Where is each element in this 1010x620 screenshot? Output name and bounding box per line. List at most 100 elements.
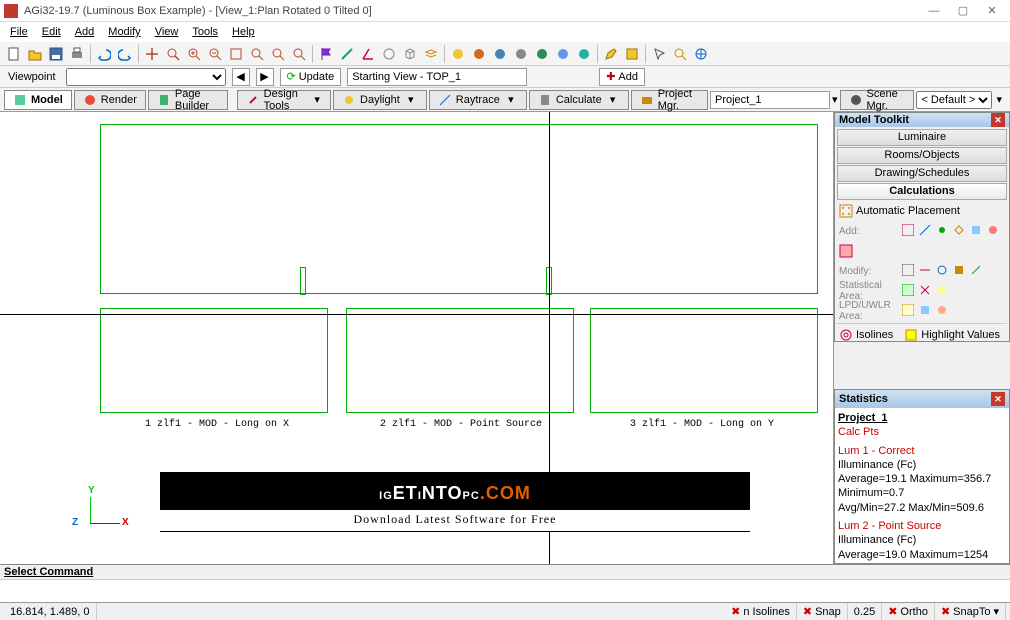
sphere3-icon[interactable]	[490, 44, 510, 64]
menu-edit[interactable]: Edit	[36, 24, 67, 40]
add-poly-icon[interactable]	[953, 224, 967, 238]
layers-icon[interactable]	[421, 44, 441, 64]
flag-icon[interactable]	[316, 44, 336, 64]
auto-placement-button[interactable]: Automatic Placement	[856, 205, 960, 217]
select-icon[interactable]	[649, 44, 669, 64]
zoom-out-icon[interactable]	[205, 44, 225, 64]
add-view-button[interactable]: ✚Add	[599, 68, 645, 86]
sphere1-icon[interactable]	[448, 44, 468, 64]
tab-scene-mgr[interactable]: Scene Mgr.	[840, 90, 915, 110]
save-icon[interactable]	[46, 44, 66, 64]
lpd-2-icon[interactable]	[919, 304, 933, 318]
canvas-label-3: 3 zlf1 - MOD - Long on Y	[630, 419, 774, 430]
print-icon[interactable]	[67, 44, 87, 64]
sphere7-icon[interactable]	[574, 44, 594, 64]
stat-2-icon[interactable]	[919, 284, 933, 298]
maximize-button[interactable]: ▢	[949, 2, 977, 20]
status-snapto[interactable]: ✖SnapTo▾	[935, 603, 1006, 620]
stat-3-icon[interactable]	[936, 284, 950, 298]
zoom-prev-icon[interactable]	[247, 44, 267, 64]
zoom-extents-icon[interactable]	[226, 44, 246, 64]
sphere5-icon[interactable]	[532, 44, 552, 64]
tab-page-builder[interactable]: Page Builder	[148, 90, 229, 110]
undo-icon[interactable]	[94, 44, 114, 64]
highlight-icon[interactable]	[904, 328, 918, 342]
menu-help[interactable]: Help	[226, 24, 261, 40]
prev-view-button[interactable]: ◀	[232, 68, 250, 86]
menu-view[interactable]: View	[149, 24, 185, 40]
watermark: IGETINTOPC.COM Download Latest Software …	[160, 472, 750, 532]
modify-1-icon[interactable]	[902, 264, 916, 278]
status-snap[interactable]: ✖Snap	[797, 603, 848, 620]
status-ortho[interactable]: ✖Ortho	[882, 603, 935, 620]
open-icon[interactable]	[25, 44, 45, 64]
lpd-3-icon[interactable]	[936, 304, 950, 318]
angle-icon[interactable]	[358, 44, 378, 64]
tab-project-mgr[interactable]: Project Mgr.	[631, 90, 708, 110]
toolkit-drawing[interactable]: Drawing/Schedules	[837, 165, 1007, 182]
canvas-label-2: 2 zlf1 - MOD - Point Source	[380, 419, 542, 430]
minimize-button[interactable]: —	[920, 2, 948, 20]
project-input[interactable]	[710, 91, 830, 109]
redo-icon[interactable]	[115, 44, 135, 64]
menu-file[interactable]: File	[4, 24, 34, 40]
command-input[interactable]	[0, 579, 1010, 602]
close-toolkit-button[interactable]: ✕	[991, 113, 1005, 127]
zoom-pan-icon[interactable]	[142, 44, 162, 64]
tool-icon[interactable]	[379, 44, 399, 64]
tab-design-tools[interactable]: Design Tools▾	[237, 90, 331, 110]
tab-model[interactable]: Model	[4, 90, 72, 110]
zoom-all-icon[interactable]	[268, 44, 288, 64]
menubar: File Edit Add Modify View Tools Help	[0, 22, 1010, 42]
add-more-icon[interactable]	[987, 224, 1001, 238]
stat-1-icon[interactable]	[902, 284, 916, 298]
next-view-button[interactable]: ▶	[256, 68, 274, 86]
add-point-icon[interactable]	[936, 224, 950, 238]
statistics-panel: Statistics✕ Project_1 Calc Pts Lum 1 - C…	[834, 389, 1010, 564]
add-area-icon[interactable]	[970, 224, 984, 238]
modify-4-icon[interactable]	[953, 264, 967, 278]
modify-5-icon[interactable]	[970, 264, 984, 278]
add-line-icon[interactable]	[919, 224, 933, 238]
scene-select[interactable]: < Default >	[916, 91, 992, 109]
edit-icon[interactable]	[622, 44, 642, 64]
zoom-center-icon[interactable]	[289, 44, 309, 64]
modify-2-icon[interactable]	[919, 264, 933, 278]
cube-icon[interactable]	[400, 44, 420, 64]
status-snap-val[interactable]: 0.25	[848, 603, 882, 620]
sphere6-icon[interactable]	[553, 44, 573, 64]
pencil-icon[interactable]	[601, 44, 621, 64]
toolkit-rooms[interactable]: Rooms/Objects	[837, 147, 1007, 164]
tab-render[interactable]: Render	[74, 90, 146, 110]
toolkit-calculations[interactable]: Calculations	[837, 183, 1007, 200]
sphere4-icon[interactable]	[511, 44, 531, 64]
grid-tool-icon[interactable]	[839, 244, 853, 258]
tab-daylight[interactable]: Daylight▾	[333, 90, 427, 110]
close-stats-button[interactable]: ✕	[991, 392, 1005, 406]
status-isolines[interactable]: ✖n Isolines	[725, 603, 797, 620]
isolines-icon[interactable]	[839, 328, 853, 342]
update-button[interactable]: ⟳Update	[280, 68, 342, 86]
tab-calculate[interactable]: Calculate▾	[529, 90, 629, 110]
lpd-1-icon[interactable]	[902, 304, 916, 318]
new-icon[interactable]	[4, 44, 24, 64]
menu-tools[interactable]: Tools	[186, 24, 224, 40]
add-grid-icon[interactable]	[902, 224, 916, 238]
measure-icon[interactable]	[337, 44, 357, 64]
starting-view-input[interactable]	[347, 68, 527, 86]
menu-modify[interactable]: Modify	[102, 24, 146, 40]
scene-dropdown[interactable]: ▾	[992, 93, 1006, 106]
zoom-window-icon[interactable]	[163, 44, 183, 64]
zoom-in-icon[interactable]	[184, 44, 204, 64]
viewpoint-select[interactable]	[66, 68, 226, 86]
modify-3-icon[interactable]	[936, 264, 950, 278]
find-icon[interactable]	[670, 44, 690, 64]
globe-icon[interactable]	[691, 44, 711, 64]
mode-toolbar: Model Render Page Builder Design Tools▾ …	[0, 88, 1010, 112]
menu-add[interactable]: Add	[69, 24, 101, 40]
sphere2-icon[interactable]	[469, 44, 489, 64]
tab-raytrace[interactable]: Raytrace▾	[429, 90, 527, 110]
close-button[interactable]: ✕	[978, 2, 1006, 20]
project-dropdown[interactable]: ▾	[830, 93, 840, 106]
toolkit-luminaire[interactable]: Luminaire	[837, 129, 1007, 146]
